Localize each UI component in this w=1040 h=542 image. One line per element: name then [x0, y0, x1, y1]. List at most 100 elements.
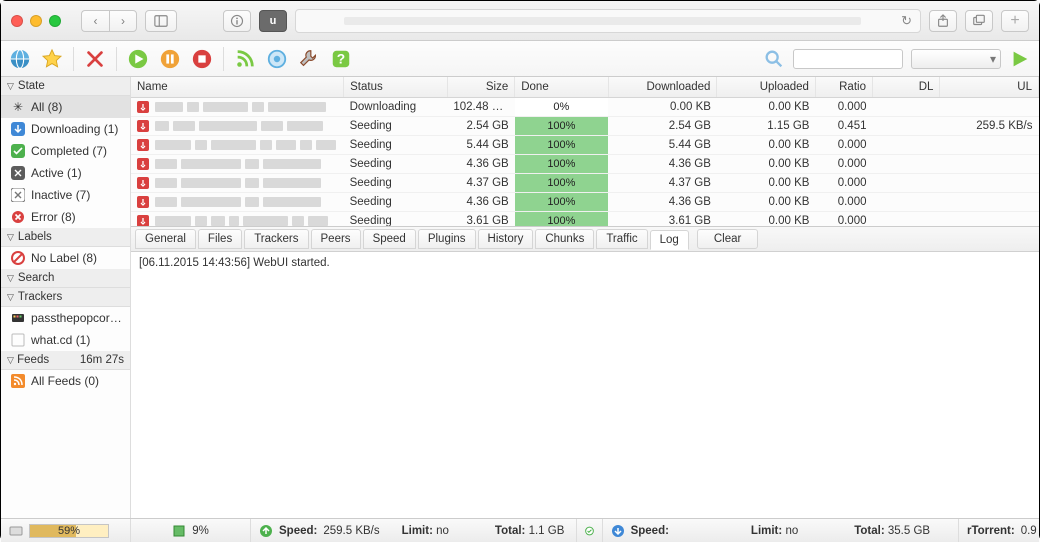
- sidebar-item-downloading[interactable]: Downloading (1): [1, 118, 130, 140]
- reload-icon[interactable]: ↻: [901, 13, 912, 29]
- sidebar-item-completed[interactable]: Completed (7): [1, 140, 130, 162]
- search-input[interactable]: [793, 49, 903, 69]
- torrent-name-redacted: [155, 102, 326, 112]
- sidebar-item-nolabel[interactable]: No Label (8): [1, 247, 130, 269]
- col-downloaded[interactable]: Downloaded: [608, 77, 717, 98]
- clear-log-button[interactable]: Clear: [697, 229, 758, 249]
- tab-general[interactable]: General: [135, 229, 196, 249]
- close-window-button[interactable]: [11, 15, 23, 27]
- col-ul[interactable]: UL: [940, 77, 1039, 98]
- cell-size: 102.48 MB: [447, 98, 514, 117]
- cell-dl: [872, 98, 939, 117]
- tab-plugins[interactable]: Plugins: [418, 229, 476, 249]
- forward-button[interactable]: ›: [109, 10, 137, 32]
- table-row[interactable]: Seeding 4.36 GB 100% 4.36 GB 0.00 KB 0.0…: [131, 193, 1039, 212]
- sidebar-item-inactive[interactable]: Inactive (7): [1, 184, 130, 206]
- sidebar-item-label: Error (8): [31, 210, 76, 224]
- tabs-button[interactable]: [965, 10, 993, 32]
- tab-traffic[interactable]: Traffic: [596, 229, 647, 249]
- cell-size: 5.44 GB: [447, 136, 514, 155]
- favorite-button[interactable]: [41, 48, 63, 70]
- sidebar-header-trackers[interactable]: ▽Trackers: [1, 288, 130, 307]
- client-ver: 0.9: [1021, 525, 1037, 537]
- cell-downloaded: 5.44 GB: [608, 136, 717, 155]
- sidebar-item-error[interactable]: Error (8): [1, 206, 130, 228]
- disk2-cell[interactable]: 9%: [131, 519, 251, 542]
- col-uploaded[interactable]: Uploaded: [717, 77, 816, 98]
- reader-button[interactable]: [223, 10, 251, 32]
- torrent-name-redacted: [155, 121, 323, 131]
- tab-peers[interactable]: Peers: [311, 229, 361, 249]
- search-engine-select[interactable]: ▾: [911, 49, 1001, 69]
- upload-status-cell[interactable]: Speed:259.5 KB/s Limit: no Total: 1.1 GB: [251, 519, 577, 542]
- maximize-window-button[interactable]: [49, 15, 61, 27]
- plugins-button[interactable]: [298, 48, 320, 70]
- tab-files[interactable]: Files: [198, 229, 242, 249]
- sidebar-toggle-button[interactable]: [145, 10, 177, 32]
- sidebar-title-search: Search: [18, 272, 54, 284]
- table-row[interactable]: Seeding 4.36 GB 100% 4.36 GB 0.00 KB 0.0…: [131, 155, 1039, 174]
- search-button[interactable]: [763, 48, 785, 70]
- sidebar-item-tracker[interactable]: what.cd (1): [1, 329, 130, 351]
- active-icon: [11, 166, 25, 180]
- disk-pct-text: 59%: [30, 525, 108, 537]
- cell-ratio: 0.000: [815, 98, 872, 117]
- minimize-window-button[interactable]: [30, 15, 42, 27]
- stop-button[interactable]: [191, 48, 213, 70]
- feed-icon: [11, 374, 25, 388]
- col-size[interactable]: Size: [447, 77, 514, 98]
- col-status[interactable]: Status: [344, 77, 448, 98]
- help-button[interactable]: ?: [330, 48, 352, 70]
- remove-button[interactable]: [84, 48, 106, 70]
- pause-button[interactable]: [159, 48, 181, 70]
- cell-ul: [940, 98, 1039, 117]
- table-row[interactable]: Seeding 4.37 GB 100% 4.37 GB 0.00 KB 0.0…: [131, 174, 1039, 193]
- add-url-button[interactable]: [9, 48, 31, 70]
- col-dl[interactable]: DL: [872, 77, 939, 98]
- sidebar-header-state[interactable]: ▽State: [1, 77, 130, 96]
- address-bar[interactable]: ↻: [295, 9, 921, 33]
- table-row[interactable]: Seeding 3.61 GB 100% 3.61 GB 0.00 KB 0.0…: [131, 212, 1039, 228]
- cell-ratio: 0.000: [815, 212, 872, 228]
- sidebar-item-all[interactable]: ✳All (8): [1, 96, 130, 118]
- sidebar-title-feeds: Feeds: [17, 354, 49, 366]
- col-done[interactable]: Done: [515, 77, 608, 98]
- new-tab-button[interactable]: +: [1001, 10, 1029, 32]
- go-button[interactable]: [1009, 48, 1031, 70]
- stop-icon: [191, 48, 213, 70]
- col-name[interactable]: Name: [131, 77, 344, 98]
- tab-chunks[interactable]: Chunks: [535, 229, 594, 249]
- start-button[interactable]: [127, 48, 149, 70]
- cell-uploaded: 0.00 KB: [717, 212, 816, 228]
- download-icon: [611, 524, 625, 538]
- sidebar-header-search[interactable]: ▽Search: [1, 269, 130, 288]
- status-ok-cell[interactable]: [577, 519, 603, 542]
- sidebar-item-tracker[interactable]: passthepopcorn.me: [1, 307, 130, 329]
- tab-log[interactable]: Log: [650, 230, 689, 250]
- download-status-cell[interactable]: Speed: Limit: no Total: 35.5 GB: [603, 519, 959, 542]
- cell-dl: [872, 136, 939, 155]
- sidebar-header-labels[interactable]: ▽Labels: [1, 228, 130, 247]
- table-row[interactable]: Seeding 2.54 GB 100% 2.54 GB 1.15 GB 0.4…: [131, 117, 1039, 136]
- disk1-cell[interactable]: 59%: [1, 519, 131, 542]
- tab-trackers[interactable]: Trackers: [244, 229, 308, 249]
- cell-name: [131, 174, 344, 193]
- utorrent-button[interactable]: u: [259, 10, 287, 32]
- tab-speed[interactable]: Speed: [363, 229, 416, 249]
- rss-button[interactable]: [234, 48, 256, 70]
- total-label: Total:: [495, 525, 525, 537]
- table-row[interactable]: Downloading 102.48 MB 0% 0.00 KB 0.00 KB…: [131, 98, 1039, 117]
- table-row[interactable]: Seeding 5.44 GB 100% 5.44 GB 0.00 KB 0.0…: [131, 136, 1039, 155]
- settings-button[interactable]: [266, 48, 288, 70]
- back-button[interactable]: ‹: [81, 10, 109, 32]
- sidebar-item-active[interactable]: Active (1): [1, 162, 130, 184]
- sidebar-item-allfeeds[interactable]: All Feeds (0): [1, 370, 130, 392]
- cell-ul: [940, 212, 1039, 228]
- cell-status: Seeding: [344, 193, 448, 212]
- torrent-status-icon: [137, 177, 149, 189]
- sidebar-header-feeds[interactable]: ▽ Feeds16m 27s: [1, 351, 130, 370]
- col-ratio[interactable]: Ratio: [815, 77, 872, 98]
- cell-done: 0%: [515, 98, 608, 117]
- share-button[interactable]: [929, 10, 957, 32]
- tab-history[interactable]: History: [478, 229, 534, 249]
